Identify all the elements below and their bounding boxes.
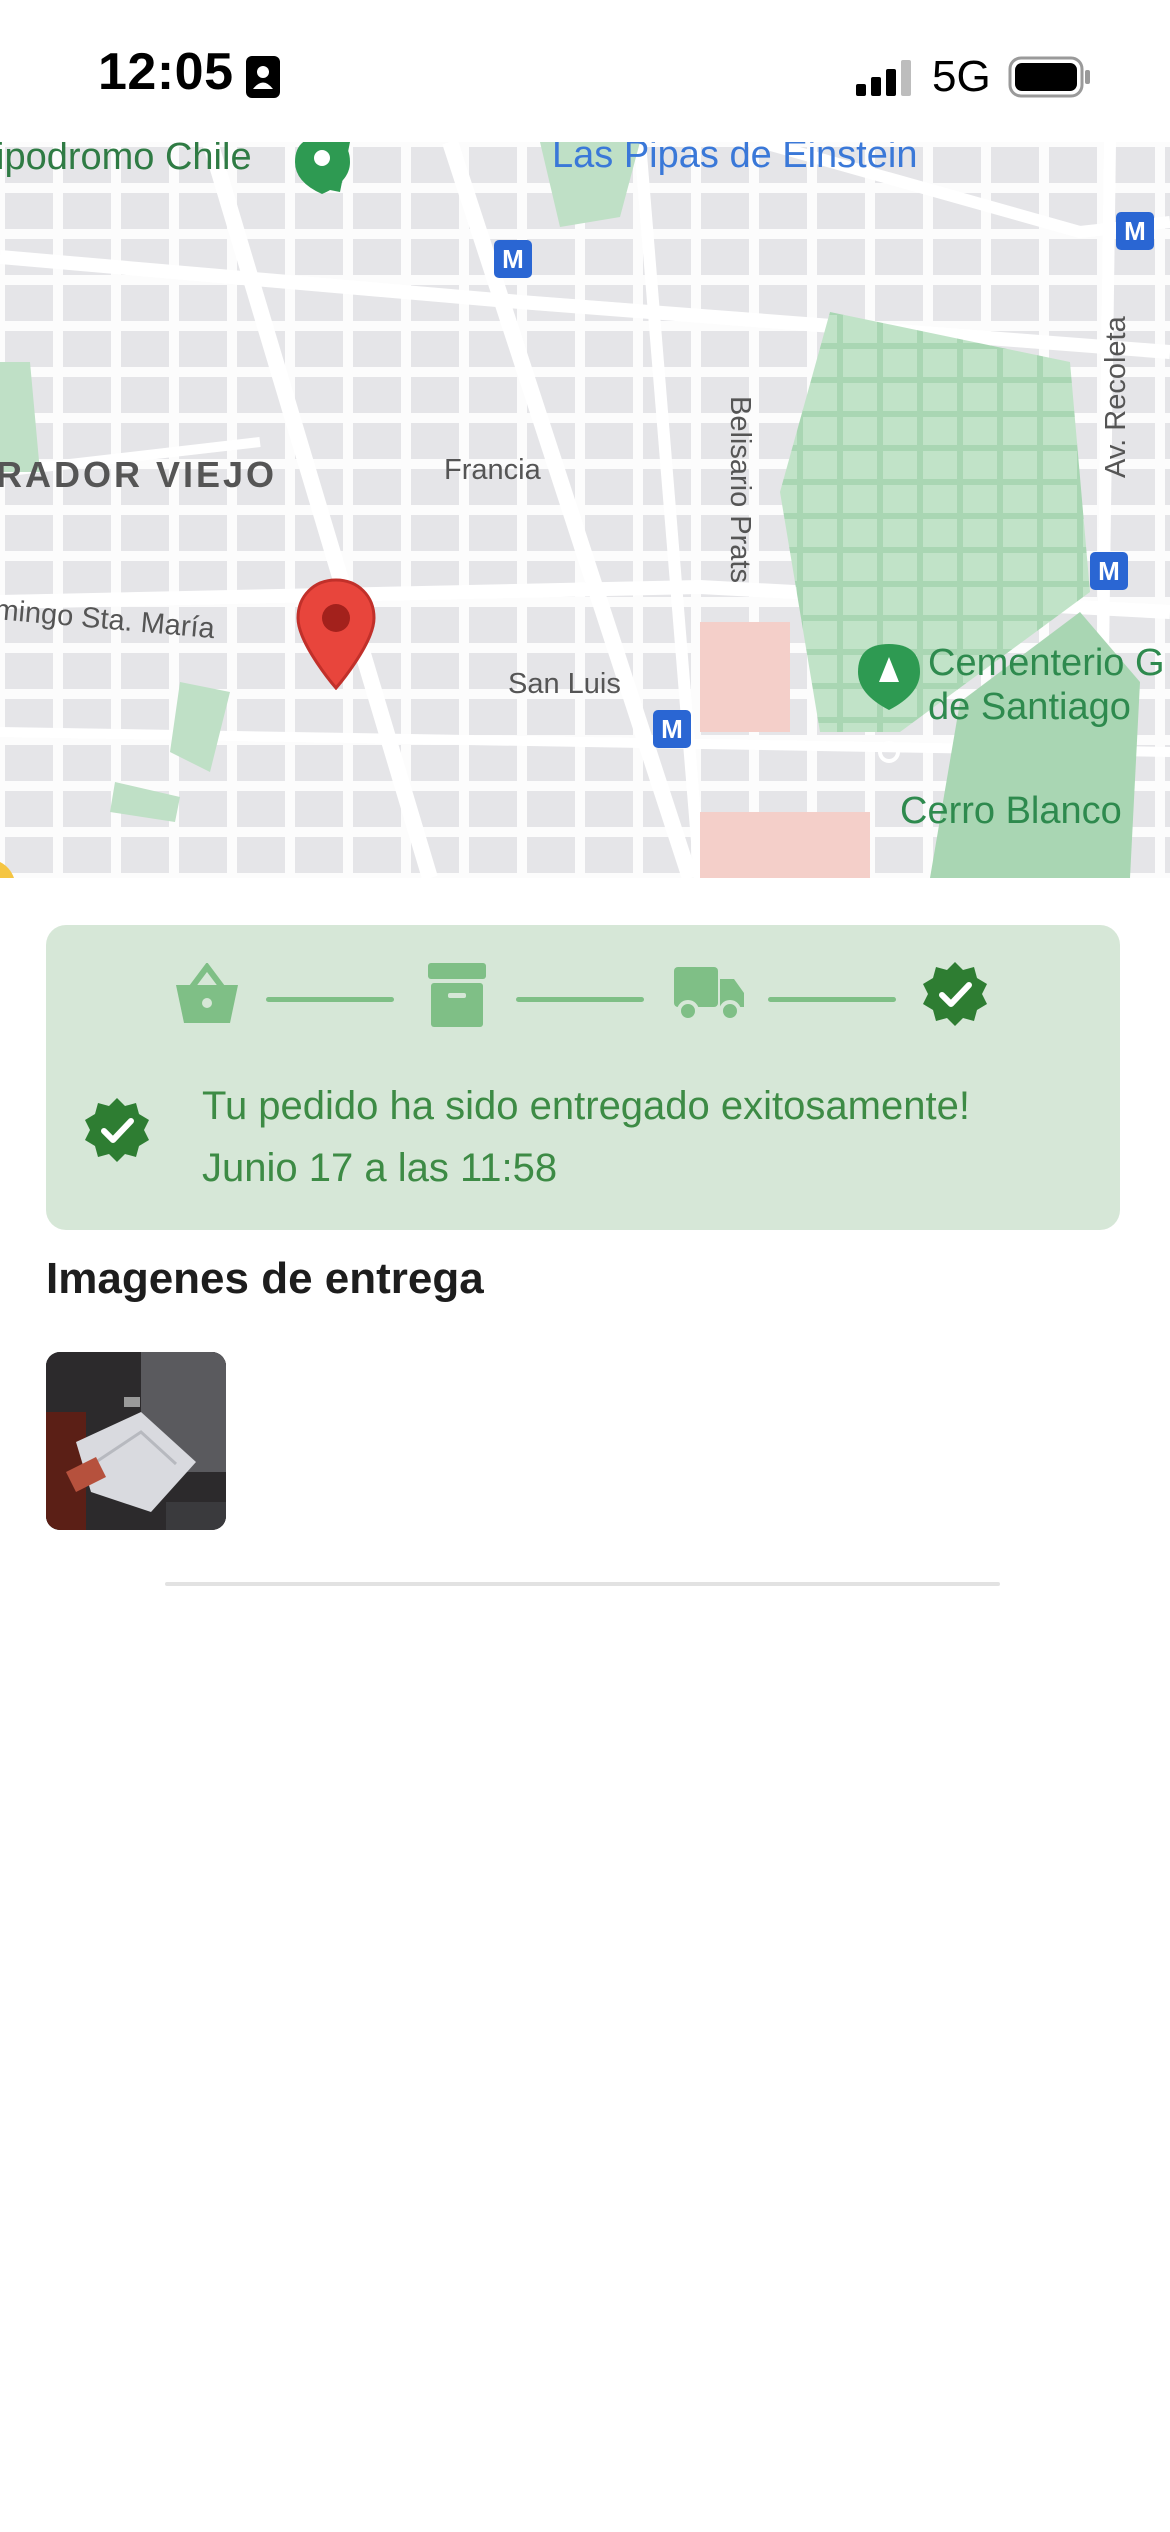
delivery-images-title: Imagenes de entrega xyxy=(46,1254,484,1303)
box-icon xyxy=(428,963,486,1027)
basket-icon xyxy=(176,963,238,1023)
progress-line xyxy=(768,997,896,1002)
map-label-cerro-blanco: Cerro Blanco xyxy=(900,790,1122,832)
delivery-message: Tu pedido ha sido entregado exitosamente… xyxy=(202,1075,970,1199)
metro-icon: M xyxy=(1090,552,1128,590)
metro-icon: M xyxy=(1116,212,1154,250)
metro-icon: M xyxy=(494,240,532,278)
delivery-date: Junio 17 a las 11:58 xyxy=(202,1146,558,1190)
check-badge-icon xyxy=(85,1098,149,1162)
contact-card-icon xyxy=(246,56,280,98)
delivery-message-text: Tu pedido ha sido entregado exitosamente… xyxy=(202,1084,970,1128)
status-time: 12:05 xyxy=(98,43,234,101)
progress-line xyxy=(266,997,394,1002)
map-label-mirador: RADOR VIEJO xyxy=(0,454,278,495)
delivery-photo xyxy=(46,1352,226,1530)
metro-icon: M xyxy=(653,710,691,748)
divider xyxy=(165,1582,1000,1586)
map-label-recoleta: Av. Recoleta xyxy=(1100,316,1132,478)
delivery-status-card: Tu pedido ha sido entregado exitosamente… xyxy=(46,925,1120,1230)
progress-line xyxy=(516,997,644,1002)
map-label-pipas: Las Pipas de Einstein xyxy=(552,142,918,176)
map-label-hipodromo: ipodromo Chile xyxy=(0,142,252,178)
signal-bars-icon xyxy=(856,60,911,96)
battery-icon xyxy=(1008,56,1090,98)
map-tiles xyxy=(0,142,1170,878)
map-label-cementerio: Cementerio G xyxy=(928,642,1165,684)
status-bar: 12:05 5G xyxy=(0,0,1170,142)
map-view[interactable]: M M M M ipodromo Chile Las Pipas de Eins… xyxy=(0,142,1170,878)
check-badge-icon xyxy=(923,962,987,1026)
map-label-santiago: de Santiago xyxy=(928,686,1131,728)
truck-icon xyxy=(674,967,744,1022)
map-label-san-luis: San Luis xyxy=(508,668,621,700)
map-label-belisario: Belisario Prats xyxy=(724,396,756,583)
delivery-image-thumbnail[interactable] xyxy=(46,1352,226,1530)
map-label-francia: Francia xyxy=(444,454,541,486)
location-pin-icon[interactable] xyxy=(296,578,376,690)
network-label: 5G xyxy=(932,52,991,101)
